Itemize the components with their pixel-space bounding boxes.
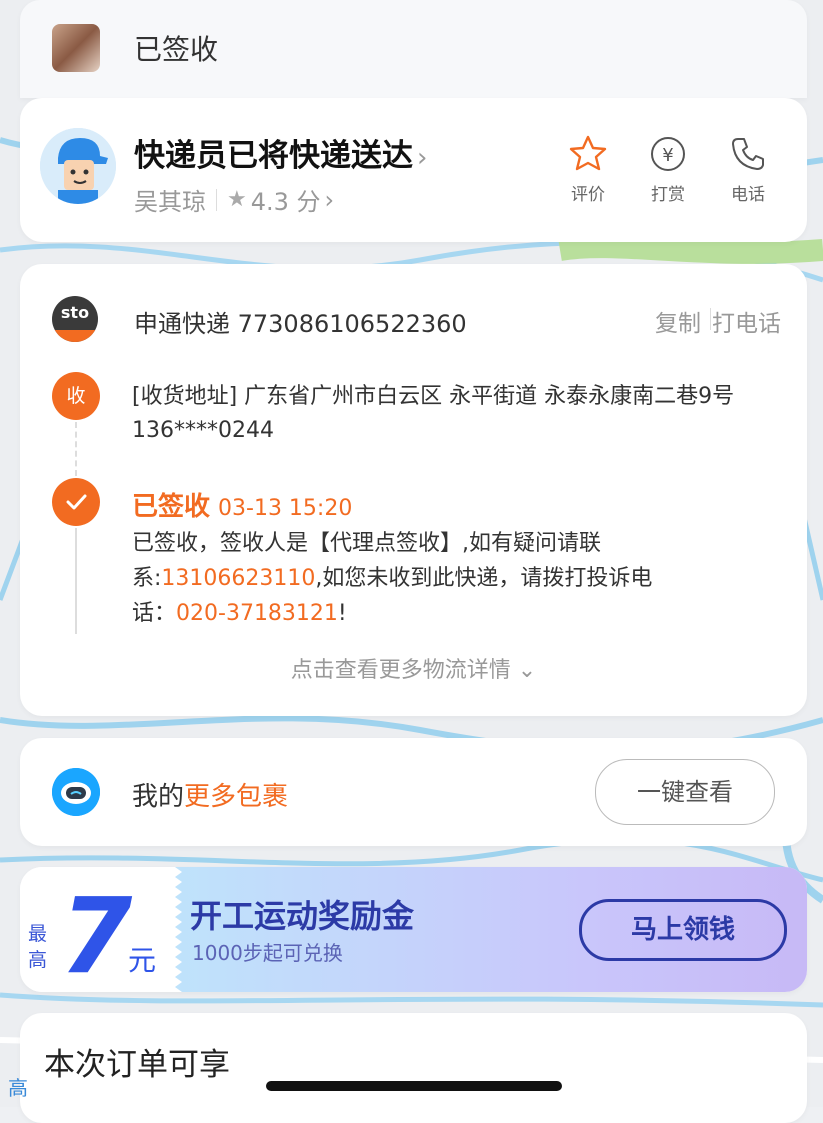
promo-content: 开工运动奖励金 1000步起可兑换 马上领钱 xyxy=(175,867,807,992)
status-header-card[interactable]: 已签收 xyxy=(20,0,807,98)
divider xyxy=(710,308,711,330)
rate-button[interactable]: 评价 xyxy=(558,134,618,205)
star-icon: ★ xyxy=(227,187,247,212)
more-details-link[interactable]: 点击查看更多物流详情 ⌄ xyxy=(20,652,807,684)
promo-amount: 7 xyxy=(60,875,133,992)
courier-avatar xyxy=(40,128,116,204)
phone-button[interactable]: 电话 xyxy=(718,134,778,205)
map-label: 高 xyxy=(8,1076,28,1100)
product-thumbnail xyxy=(52,24,100,72)
copy-button[interactable]: 复制 xyxy=(655,304,701,338)
phone-icon xyxy=(732,138,764,170)
svg-text:¥: ¥ xyxy=(662,145,673,166)
promo-subtitle: 1000步起可兑换 xyxy=(192,941,343,965)
courier-name: 吴其琼 xyxy=(134,188,206,216)
chevron-right-icon: › xyxy=(417,143,428,173)
promo-unit: 元 xyxy=(128,944,157,977)
chevron-right-icon: › xyxy=(324,185,335,214)
tip-button[interactable]: ¥ 打赏 xyxy=(638,134,698,205)
receive-node-icon: 收 xyxy=(52,372,100,420)
courier-card[interactable]: 快递员已将快递送达 › 吴其琼 ★ 4.3 分 › 评价 ¥ 打赏 电话 xyxy=(20,98,807,242)
promo-title: 开工运动奖励金 xyxy=(190,897,415,935)
sto-logo: sto xyxy=(52,296,98,342)
tracking-number: 申通快递 773086106522360 xyxy=(134,310,467,338)
promo-amount-panel: 最高 7 元 xyxy=(20,867,175,992)
promo-max-label: 最高 xyxy=(28,923,48,971)
courier-title[interactable]: 快递员已将快递送达 › xyxy=(134,130,427,175)
robot-icon xyxy=(52,768,100,816)
timeline-line xyxy=(75,528,77,634)
star-icon xyxy=(569,135,607,171)
chevron-down-icon: ⌄ xyxy=(517,658,537,683)
signed-details: 已签收，签收人是【代理点签收】,如有疑问请联系:13106623110,如您未收… xyxy=(132,531,653,626)
courier-info[interactable]: 吴其琼 ★ 4.3 分 › xyxy=(134,182,334,217)
check-icon xyxy=(52,478,100,526)
divider xyxy=(216,188,217,211)
status-title: 已签收 xyxy=(134,33,219,66)
promo-banner[interactable]: 最高 7 元 开工运动奖励金 1000步起可兑换 马上领钱 xyxy=(20,867,807,992)
order-benefits-title: 本次订单可享 xyxy=(44,1047,230,1083)
logistics-card: sto 申通快递 773086106522360 复制 打电话 收 [收货地址]… xyxy=(20,264,807,716)
timeline-dash xyxy=(75,422,77,476)
more-packages-label: 我的更多包裹 xyxy=(132,782,289,812)
courier-rating: 4.3 分 xyxy=(250,188,321,216)
more-packages-card[interactable]: 我的更多包裹 一键查看 xyxy=(20,738,807,846)
signed-time: 03-13 15:20 xyxy=(218,496,353,521)
courier-phone-link[interactable]: 13106623110 xyxy=(161,566,315,591)
call-button[interactable]: 打电话 xyxy=(712,304,781,338)
delivery-address: [收货地址] 广东省广州市白云区 永平街道 永泰永康南二巷9号 136****0… xyxy=(132,384,735,443)
claim-button[interactable]: 马上领钱 xyxy=(579,899,787,961)
signed-status: 已签收 03-13 15:20 xyxy=(132,492,353,522)
complaint-phone-link[interactable]: 020-37183121 xyxy=(176,601,338,626)
ticket-edge xyxy=(168,867,182,992)
view-all-button[interactable]: 一键查看 xyxy=(595,759,775,825)
yen-icon: ¥ xyxy=(651,137,685,171)
home-indicator[interactable] xyxy=(266,1081,562,1091)
